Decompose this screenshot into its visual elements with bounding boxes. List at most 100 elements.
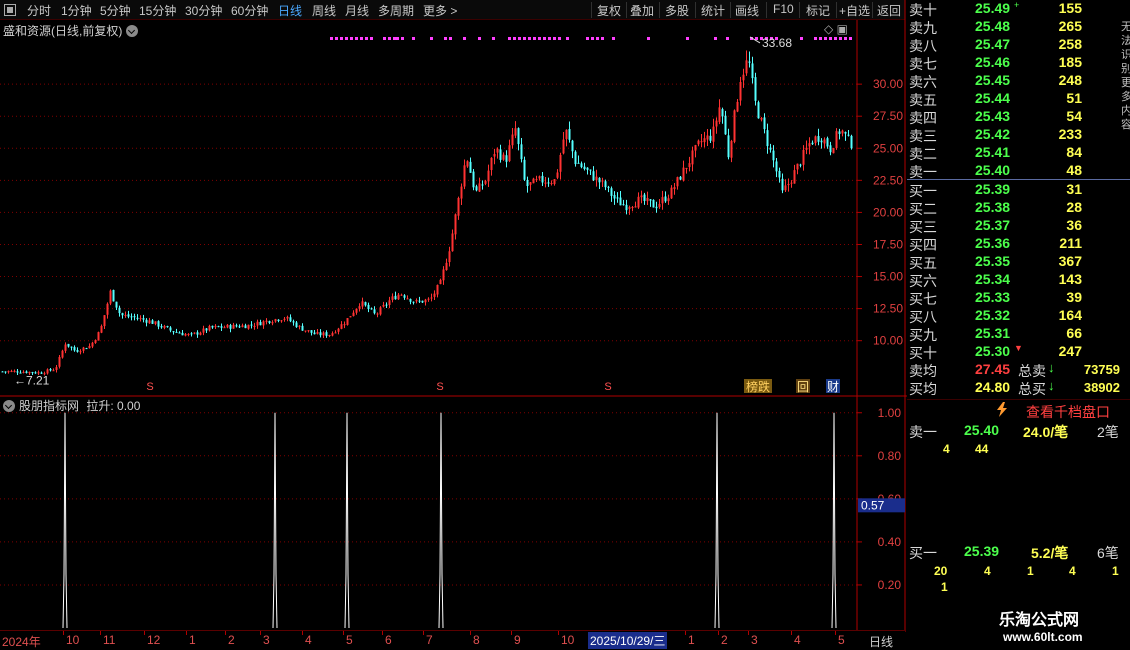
candle-body [574, 151, 577, 165]
tag-bangdie[interactable]: 榜跌 [746, 379, 770, 394]
candle-body [454, 214, 457, 235]
bid-row[interactable]: 买一 25.39 31 [907, 181, 1122, 199]
level-price: 25.34 [975, 271, 1011, 287]
candle-body [715, 120, 718, 127]
price-tick-label: 30.00 [873, 77, 903, 91]
buy1-count: 6笔 [1097, 545, 1119, 561]
level-label: 买一 [909, 183, 937, 199]
signal-dot [523, 37, 526, 40]
level-label: 卖七 [909, 56, 937, 72]
candle-body [346, 318, 349, 325]
bid-row[interactable]: 买六 25.34 143 [907, 271, 1122, 289]
bid-row[interactable]: 买八 25.32 164 [907, 307, 1122, 325]
candle-body [646, 197, 649, 202]
candle-body [193, 332, 196, 334]
signal-dot [388, 37, 391, 40]
candle-body [82, 347, 85, 351]
candle-body [151, 320, 154, 324]
candle-body [322, 332, 325, 336]
ask-row[interactable]: 卖九 25.48 265 [907, 18, 1122, 36]
candle-body [103, 315, 106, 327]
candle-body [241, 325, 244, 328]
candle-body [562, 139, 565, 154]
candle-body [250, 324, 253, 326]
ask-row[interactable]: 卖五 25.44 51 [907, 90, 1122, 108]
indicator-spike [831, 412, 837, 629]
ask-row[interactable]: 卖二 25.41 84 [907, 144, 1122, 162]
candle-body [589, 169, 592, 171]
candle-body [502, 154, 505, 160]
ask-row[interactable]: 卖四 25.43 54 [907, 108, 1122, 126]
signal-dot [596, 37, 599, 40]
candle-body [343, 324, 346, 326]
level-volume: 164 [1058, 307, 1082, 323]
candle-body [355, 308, 358, 313]
sell-signal-marker[interactable]: S [146, 381, 153, 393]
candle-body [571, 140, 574, 152]
plus-icon: + [1014, 0, 1020, 10]
level-label: 卖六 [909, 74, 937, 90]
tag-cai[interactable]: 财 [827, 380, 839, 394]
ask-row[interactable]: 卖一 25.40 48 [907, 162, 1122, 180]
candle-body [775, 161, 778, 172]
signal-dot [463, 37, 466, 40]
candle-body [70, 346, 73, 348]
candle-body [160, 326, 163, 328]
candle-body [142, 318, 145, 320]
view-depth-button[interactable]: 查看千档盘口 [1026, 402, 1110, 422]
candle-body [772, 150, 775, 161]
ask-row[interactable]: 卖三 25.42 233 [907, 126, 1122, 144]
signal-dot [335, 37, 338, 40]
sell-signal-marker[interactable]: S [604, 381, 611, 393]
stock-chart[interactable]: 33.68 ←7.21 10.00 12.50 15.00 17.50 20.00 22.5… [0, 0, 907, 632]
time-axis-tick [835, 631, 836, 635]
bid-row[interactable]: 买九 25.31 66 [907, 325, 1122, 343]
candle-body [325, 332, 328, 336]
ask-row[interactable]: 卖十 25.49 +155 [907, 0, 1122, 18]
bid-row[interactable]: 买二 25.38 28 [907, 199, 1122, 217]
candle-body [610, 188, 613, 196]
bid-row[interactable]: 买七 25.33 39 [907, 289, 1122, 307]
ask-row[interactable]: 卖七 25.46 185 [907, 54, 1122, 72]
candle-body [205, 328, 208, 331]
signal-dot [430, 37, 433, 40]
candle-body [199, 332, 202, 335]
ask-row[interactable]: 卖八 25.47 258 [907, 36, 1122, 54]
time-axis-tick [558, 631, 559, 635]
level-volume: 367 [1058, 253, 1082, 269]
time-axis-tick [144, 631, 145, 635]
price-tick-label: 12.50 [873, 302, 903, 316]
candle-body [760, 118, 763, 120]
buy-avg-label: 买均 [909, 381, 937, 397]
candle-body [385, 304, 388, 306]
bid-row[interactable]: 买三 25.37 36 [907, 217, 1122, 235]
sell-signal-marker[interactable]: S [436, 381, 443, 393]
candle-body [166, 326, 169, 328]
level-price: 25.39 [975, 181, 1011, 197]
time-axis-tick [63, 631, 64, 635]
candle-body [271, 322, 274, 324]
candle-body [391, 296, 394, 300]
signal-dot [726, 37, 729, 40]
candle-body [520, 144, 523, 160]
price-tick-label: 10.00 [873, 334, 903, 348]
signal-dot [360, 37, 363, 40]
ask-row[interactable]: 卖六 25.45 248 [907, 72, 1122, 90]
chevron-down-icon[interactable] [3, 400, 15, 412]
signal-dot [829, 37, 832, 40]
sell-total-label: 总卖 [1018, 363, 1046, 379]
bid-row[interactable]: 买五 25.35 367 [907, 253, 1122, 271]
period-label[interactable]: 日线 [869, 633, 893, 650]
candle-body [439, 279, 442, 285]
indicator-title[interactable]: 股朋指标网 拉升: 0.00 [3, 397, 140, 414]
tag-hui[interactable]: 回 [797, 380, 809, 394]
bid-row[interactable]: 买四 25.36 211 [907, 235, 1122, 253]
main-grid [0, 83, 857, 342]
candle-body [685, 167, 688, 169]
candle-body [532, 178, 535, 184]
candle-body [553, 179, 556, 185]
watermark-title: 乐淘公式网 [999, 612, 1080, 629]
indicator-tick-label: 0.20 [878, 578, 902, 592]
candle-body [109, 290, 112, 304]
candle-body [130, 316, 133, 318]
